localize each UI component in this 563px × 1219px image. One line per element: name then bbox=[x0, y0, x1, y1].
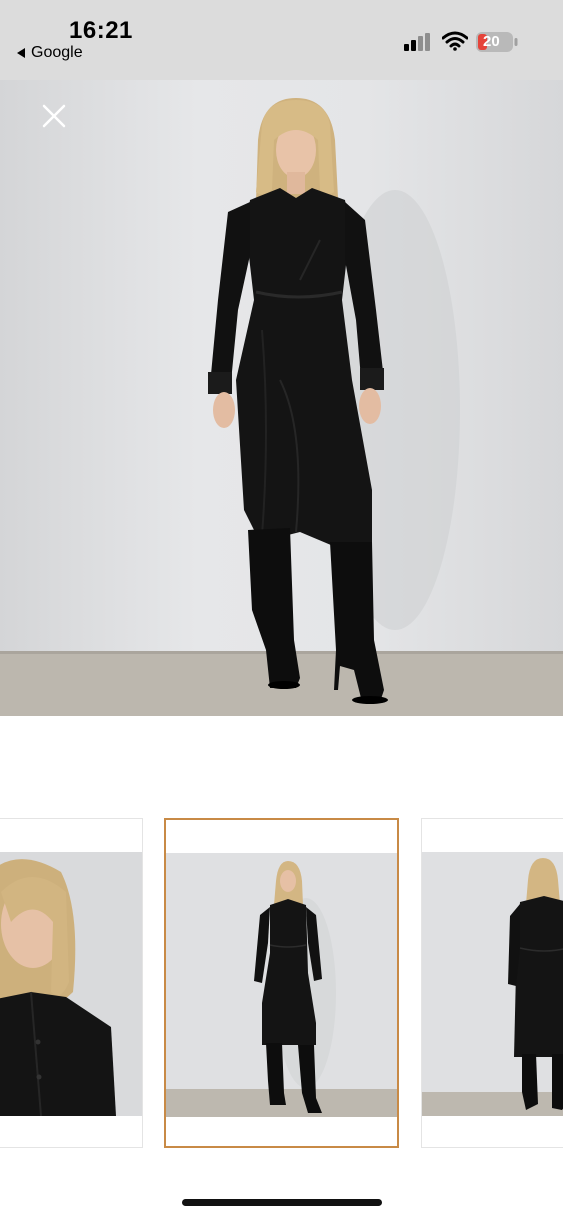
home-indicator[interactable] bbox=[182, 1199, 382, 1206]
close-icon[interactable] bbox=[38, 100, 70, 132]
status-time: 16:21 bbox=[69, 17, 133, 44]
thumbnail-front-image bbox=[166, 853, 397, 1117]
thumbnail-close-up[interactable] bbox=[0, 818, 143, 1148]
thumbnail-close-up-image bbox=[0, 852, 142, 1116]
thumbnail-front-full-length[interactable] bbox=[164, 818, 399, 1148]
thumbnail-back-full-length[interactable] bbox=[421, 818, 563, 1148]
back-to-google-link[interactable]: Google bbox=[17, 44, 83, 62]
battery-level: 20 bbox=[483, 33, 500, 50]
battery-icon: 20 bbox=[475, 31, 519, 58]
wifi-icon bbox=[442, 31, 468, 51]
back-arrow-icon bbox=[17, 48, 25, 58]
status-bar: 16:21 Google 20 bbox=[0, 0, 563, 80]
signal-icon bbox=[404, 33, 430, 51]
product-main-image[interactable] bbox=[0, 80, 563, 716]
thumbnail-back-image bbox=[422, 852, 563, 1116]
back-link-label: Google bbox=[31, 44, 83, 61]
